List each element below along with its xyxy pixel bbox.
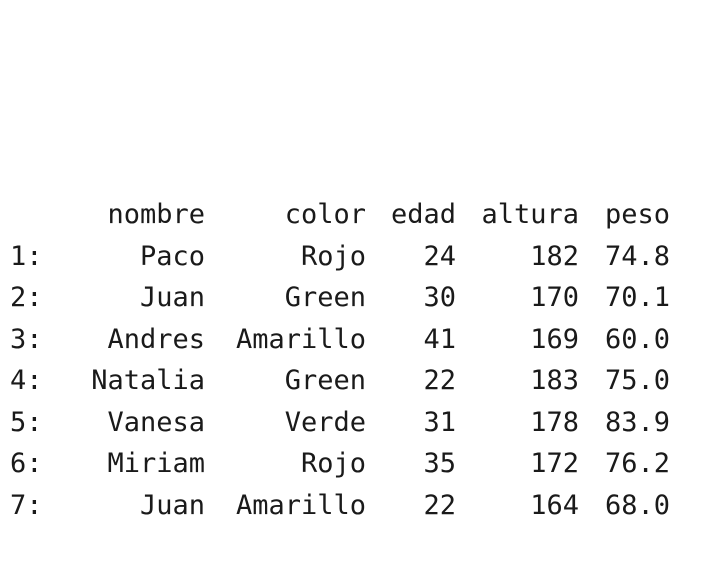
cell-nombre: Natalia xyxy=(91,365,205,396)
cell-color: Rojo xyxy=(300,240,366,272)
cell-color: Green xyxy=(284,282,366,313)
cell-edad: 35 xyxy=(423,448,456,479)
data-table-output: nombre color edad altura peso 1: Paco Ro… xyxy=(10,111,670,568)
cell-color: Rojo xyxy=(300,448,366,479)
cell-nombre: Vanesa xyxy=(107,406,205,438)
header-edad: edad xyxy=(390,199,456,230)
cell-nombre: Paco xyxy=(139,240,205,272)
cell-altura: 178 xyxy=(530,406,579,438)
cell-peso: 60.0 xyxy=(604,323,670,355)
cell-nombre: Juan xyxy=(139,489,205,521)
cell-altura: 164 xyxy=(530,489,579,521)
cell-nombre: Juan xyxy=(139,282,205,313)
row-index: 6: xyxy=(10,448,43,479)
cell-color: Green xyxy=(284,365,366,396)
table-row: 6: Miriam Rojo 35 172 76.2 xyxy=(10,443,670,485)
header-color: color xyxy=(284,199,366,230)
table-row: 2: Juan Green 30 170 70.1 xyxy=(10,277,670,319)
cell-edad: 22 xyxy=(423,365,456,396)
cell-edad: 41 xyxy=(423,323,456,355)
row-index: 7: xyxy=(10,489,43,521)
header-index xyxy=(10,194,75,236)
cell-peso: 68.0 xyxy=(604,489,670,521)
row-index: 4: xyxy=(10,365,43,396)
cell-altura: 169 xyxy=(530,323,579,355)
cell-color: Amarillo xyxy=(235,489,366,521)
table-row: 5: Vanesa Verde 31 178 83.9 xyxy=(10,402,670,444)
table-row: 4: Natalia Green 22 183 75.0 xyxy=(10,360,670,402)
cell-edad: 22 xyxy=(423,489,456,521)
row-index: 3: xyxy=(10,323,43,355)
cell-nombre: Miriam xyxy=(107,448,205,479)
cell-peso: 83.9 xyxy=(604,406,670,438)
cell-peso: 76.2 xyxy=(604,448,670,479)
row-index: 1: xyxy=(10,240,43,272)
cell-edad: 24 xyxy=(423,240,456,272)
table-row: 3: Andres Amarillo 41 169 60.0 xyxy=(10,319,670,361)
cell-color: Amarillo xyxy=(235,323,366,355)
cell-nombre: Andres xyxy=(107,323,205,355)
header-altura: altura xyxy=(481,199,579,230)
row-index: 5: xyxy=(10,406,43,438)
header-nombre: nombre xyxy=(107,199,205,230)
table-header-row: nombre color edad altura peso xyxy=(10,194,670,236)
cell-edad: 31 xyxy=(423,406,456,438)
row-index: 2: xyxy=(10,282,43,313)
header-peso: peso xyxy=(604,199,670,230)
cell-edad: 30 xyxy=(423,282,456,313)
data-table: nombre color edad altura peso 1: Paco Ro… xyxy=(10,194,670,526)
cell-color: Verde xyxy=(284,406,366,438)
cell-altura: 172 xyxy=(530,448,579,479)
cell-peso: 70.1 xyxy=(604,282,670,313)
table-row: 1: Paco Rojo 24 182 74.8 xyxy=(10,236,670,278)
cell-altura: 183 xyxy=(530,365,579,396)
cell-peso: 75.0 xyxy=(604,365,670,396)
cell-altura: 182 xyxy=(530,240,579,272)
cell-altura: 170 xyxy=(530,282,579,313)
table-row: 7: Juan Amarillo 22 164 68.0 xyxy=(10,485,670,527)
cell-peso: 74.8 xyxy=(604,240,670,272)
